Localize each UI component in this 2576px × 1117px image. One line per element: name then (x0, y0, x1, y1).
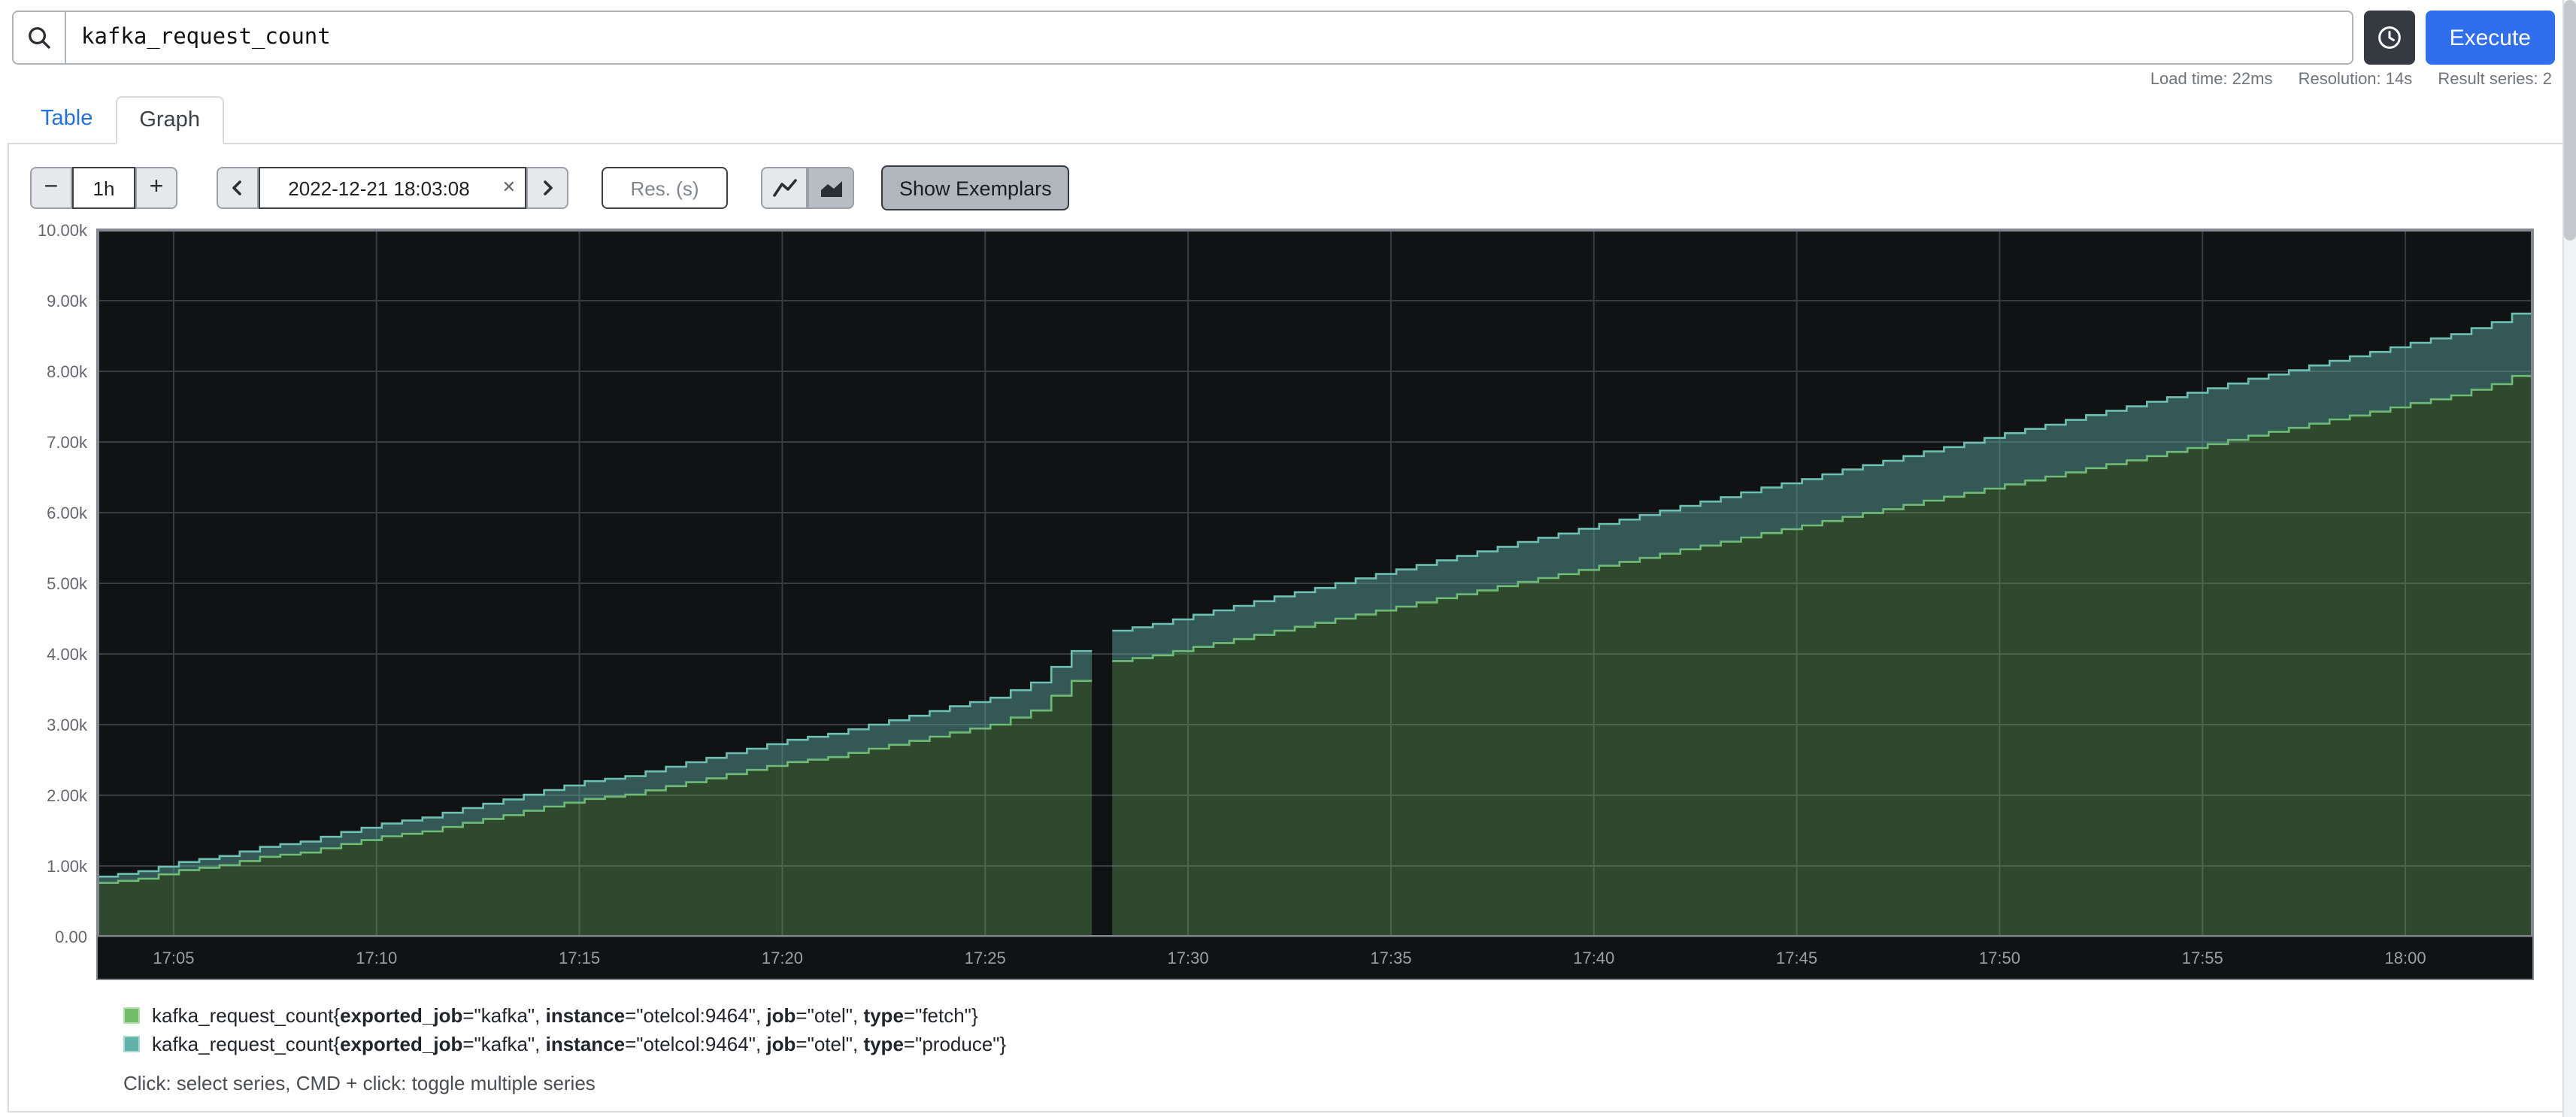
y-axis-label: 2.00k (47, 788, 87, 806)
y-axis-label: 3.00k (47, 717, 87, 735)
legend-item[interactable]: kafka_request_count{exported_job="kafka"… (123, 1030, 2555, 1058)
y-axis-label: 8.00k (47, 364, 87, 382)
resolution-input[interactable] (602, 167, 728, 209)
legend-swatch (123, 1007, 140, 1024)
search-icon-box (12, 11, 65, 65)
x-axis-label: 17:15 (559, 949, 600, 967)
query-input[interactable] (65, 11, 2353, 65)
line-chart-toggle[interactable] (761, 167, 808, 209)
y-axis-label: 5.00k (47, 576, 87, 594)
range-increase-button[interactable]: + (135, 167, 177, 209)
query-bar: Execute (0, 0, 2576, 65)
load-time-stat: Load time: 22ms (2150, 71, 2273, 89)
range-input[interactable] (72, 167, 135, 209)
tab-table[interactable]: Table (18, 96, 115, 144)
back-time-button[interactable] (217, 167, 259, 209)
graph-controls: − + ✕ (30, 165, 2555, 210)
graph-panel: − + ✕ (8, 144, 2568, 1112)
legend: kafka_request_count{exported_job="kafka"… (123, 1001, 2555, 1058)
show-exemplars-button[interactable]: Show Exemplars (881, 165, 1070, 210)
x-axis-label: 17:25 (965, 949, 1006, 967)
stacked-chart-toggle[interactable] (808, 167, 854, 209)
chevron-left-icon (229, 179, 247, 197)
legend-label: kafka_request_count{exported_job="kafka"… (152, 1030, 1006, 1058)
scrollbar[interactable] (2562, 0, 2576, 1117)
x-axis-label: 17:55 (2182, 949, 2223, 967)
x-axis-label: 17:20 (762, 949, 803, 967)
x-axis-label: 17:30 (1168, 949, 1209, 967)
legend-hint: Click: select series, CMD + click: toggl… (123, 1072, 2555, 1094)
x-axis-label: 18:00 (2385, 949, 2426, 967)
y-axis-label: 10.00k (38, 222, 87, 241)
result-series-stat: Result series: 2 (2438, 71, 2552, 89)
legend-swatch (123, 1036, 140, 1052)
chart: 0.00 1.00k 2.00k 3.00k 4.00k 5.00k 6.00k 7.00k 8… (24, 229, 2534, 980)
stacked-chart-icon (817, 176, 844, 200)
execute-button[interactable]: Execute (2426, 11, 2555, 65)
tab-graph[interactable]: Graph (115, 96, 224, 144)
y-axis-label: 6.00k (47, 505, 87, 523)
x-axis-label: 17:10 (356, 949, 397, 967)
time-settings-button[interactable] (2364, 11, 2415, 65)
legend-item[interactable]: kafka_request_count{exported_job="kafka"… (123, 1001, 2555, 1030)
clock-icon (2374, 23, 2405, 53)
x-axis-label: 17:45 (1776, 949, 1817, 967)
y-axis-label: 4.00k (47, 646, 87, 664)
plot-area[interactable]: 17:05 17:10 17:15 17:20 17:25 17:30 17:35 17:40… (96, 229, 2534, 980)
legend-label: kafka_request_count{exported_job="kafka"… (152, 1001, 978, 1030)
search-icon (26, 24, 53, 51)
x-axis-label: 17:35 (1370, 949, 1411, 967)
clear-time-button[interactable]: ✕ (502, 177, 516, 198)
chart-type-toggle (761, 167, 854, 209)
end-time-field: ✕ (259, 167, 526, 209)
y-axis-label: 1.00k (47, 858, 87, 876)
line-chart-icon (771, 176, 798, 200)
stats-bar: Load time: 22ms Resolution: 14s Result s… (0, 71, 2552, 90)
y-axis: 0.00 1.00k 2.00k 3.00k 4.00k 5.00k 6.00k 7.00k 8… (24, 229, 96, 977)
x-axis-label: 17:40 (1573, 949, 1614, 967)
tab-bar: Table Graph (8, 96, 2568, 144)
x-axis-label: 17:05 (153, 949, 194, 967)
y-axis-label: 9.00k (47, 293, 87, 311)
forward-time-button[interactable] (526, 167, 568, 209)
range-decrease-button[interactable]: − (30, 167, 72, 209)
resolution-stat: Resolution: 14s (2299, 71, 2413, 89)
x-axis-label: 17:50 (1979, 949, 2020, 967)
end-time-input[interactable] (259, 167, 526, 209)
chevron-right-icon (538, 179, 556, 197)
y-axis-label: 0.00 (55, 929, 87, 947)
range-stepper: − + (30, 167, 177, 209)
y-axis-label: 7.00k (47, 434, 87, 453)
scrollbar-thumb[interactable] (2564, 0, 2576, 241)
time-picker: ✕ (217, 167, 568, 209)
prometheus-graph-page: Execute Load time: 22ms Resolution: 14s … (0, 0, 2576, 1117)
